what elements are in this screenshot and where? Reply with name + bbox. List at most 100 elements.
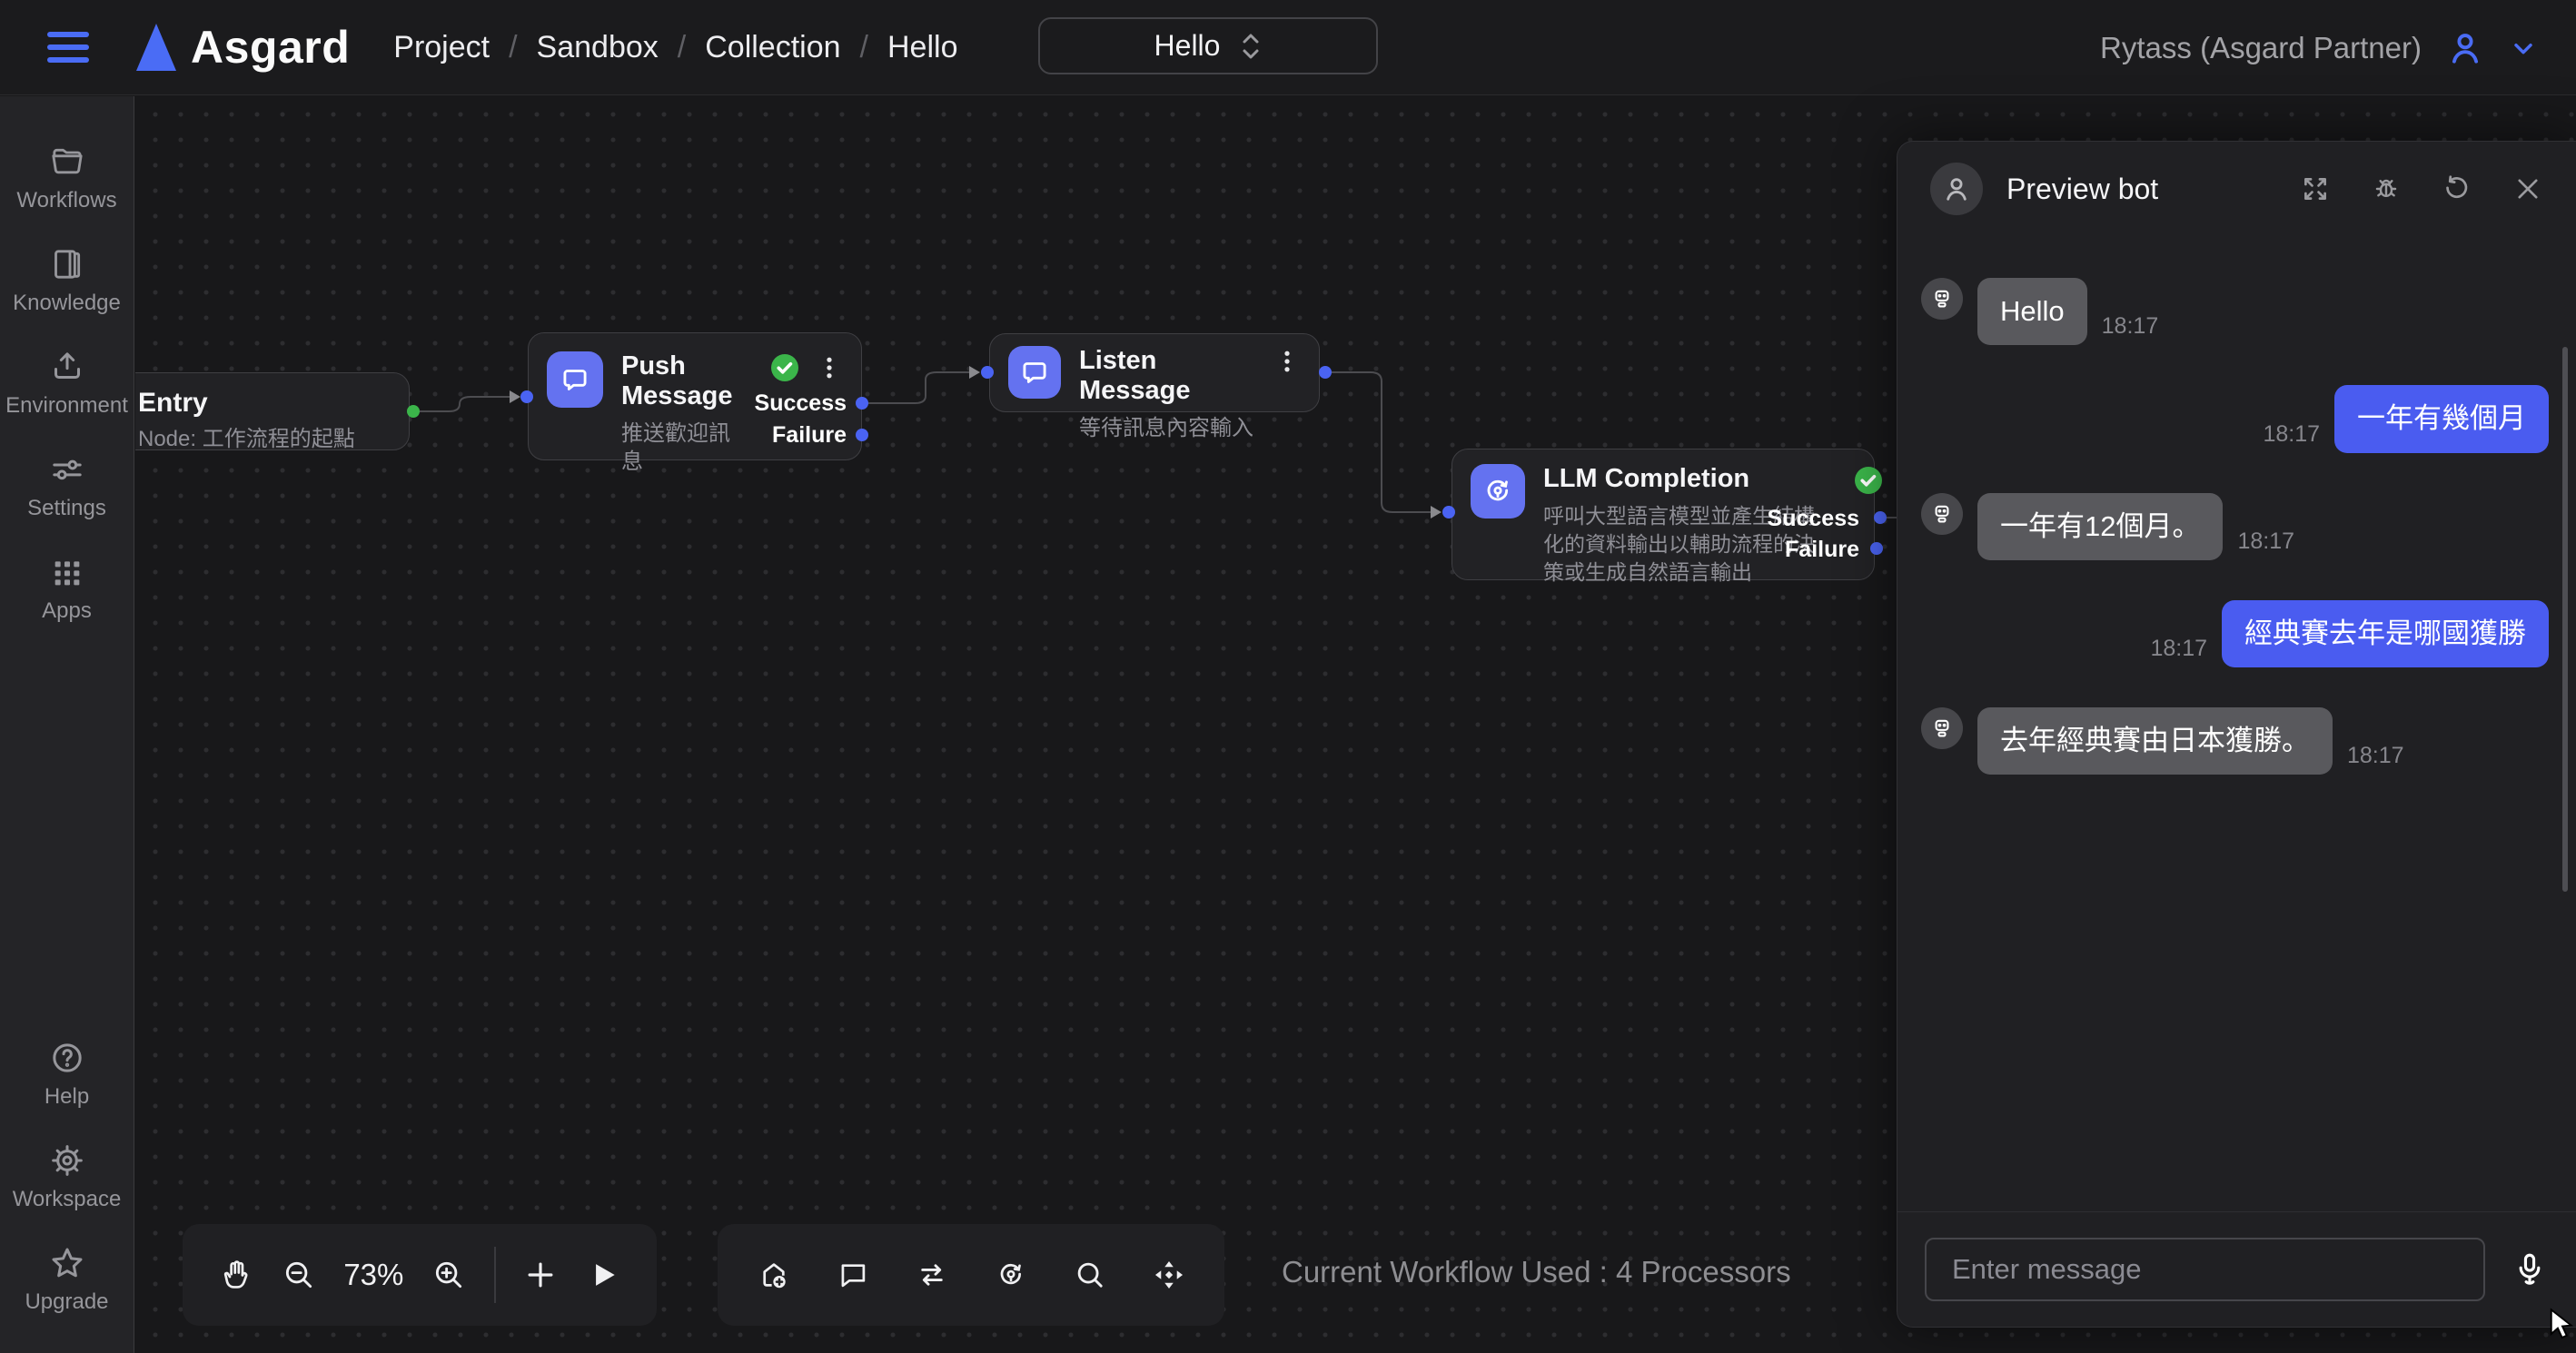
microphone-icon[interactable] [2511,1250,2549,1289]
workflow-select-dropdown[interactable]: Hello [1038,17,1378,74]
preview-bot-panel: Preview bot Hello 18:17 18:17 一年有幾個月 [1897,141,2576,1328]
success-check-icon [1852,464,1885,497]
run-workflow-button[interactable] [586,1258,620,1292]
chat-message: 一年有12個月。 18:17 [1921,493,2549,560]
breadcrumb-separator: / [509,30,517,65]
output-label-success: Success [755,390,847,417]
sidebar-label: Workspace [13,1187,122,1212]
zoom-level-label: 73% [343,1258,403,1292]
breadcrumb-item-project[interactable]: Project [393,30,490,65]
triangle-logo-icon [136,24,176,71]
message-timestamp: 18:17 [2150,636,2207,662]
add-node-button[interactable] [523,1258,558,1292]
sidebar-label: Settings [27,496,106,521]
bot-avatar [1930,163,1983,215]
chevron-down-icon[interactable] [2509,34,2538,63]
node-title: Listen Message [1079,346,1255,406]
sidebar-label: Upgrade [25,1289,108,1315]
user-icon[interactable] [2445,28,2485,68]
node-subtitle: Node: 工作流程的起點 [138,425,391,453]
debug-bug-icon[interactable] [2371,173,2402,204]
search-icon[interactable] [1073,1258,1107,1292]
bot-message-bubble: 去年經典賽由日本獲勝。 [1977,707,2333,775]
zoom-in-icon[interactable] [431,1258,466,1292]
bot-message-bubble: 一年有12個月。 [1977,493,2223,560]
chat-bubble-icon [1008,346,1061,399]
chat-scrollbar[interactable] [2562,347,2568,892]
zoom-out-icon[interactable] [282,1258,316,1292]
apps-grid-icon [49,554,85,590]
output-label-failure: Failure [772,422,847,449]
gear-icon [49,1142,85,1179]
add-message-node-icon[interactable] [836,1258,870,1292]
left-sidebar: Workflows Knowledge Environment Settings… [0,96,134,1353]
sidebar-label: Workflows [16,188,116,213]
swap-arrows-icon[interactable] [915,1258,949,1292]
close-icon[interactable] [2512,173,2543,204]
preview-panel-title: Preview bot [2006,173,2158,206]
hamburger-menu-icon[interactable] [47,32,89,63]
breadcrumb: Project / Sandbox / Collection / Hello [393,30,957,65]
llm-node-icon[interactable] [994,1258,1028,1292]
kebab-menu-icon[interactable] [1273,346,1301,377]
breadcrumb-item-hello[interactable]: Hello [887,30,957,65]
success-check-icon [768,351,801,384]
toolbar-divider [494,1247,496,1303]
add-entry-node-icon[interactable] [757,1258,791,1292]
breadcrumb-separator: / [678,30,686,65]
chat-message: 18:17 經典賽去年是哪國獲勝 [1921,600,2549,667]
sidebar-label: Help [45,1084,89,1110]
expand-icon[interactable] [2300,173,2331,204]
chevron-up-down-icon [1240,31,1262,62]
node-entry[interactable]: Entry Node: 工作流程的起點 [135,372,410,450]
star-icon [49,1245,85,1281]
bot-message-bubble: Hello [1977,278,2087,345]
breadcrumb-separator: / [860,30,868,65]
node-listen-message[interactable]: Listen Message 等待訊息內容輸入 [989,333,1320,412]
message-timestamp: 18:17 [2102,313,2159,340]
node-title: Push Message [621,351,750,411]
message-timestamp: 18:17 [2347,743,2404,769]
llm-refresh-bulb-icon [1471,464,1525,518]
chat-input-bar [1897,1211,2576,1327]
refresh-icon[interactable] [2442,173,2472,204]
sidebar-item-upgrade[interactable]: Upgrade [0,1245,134,1315]
edge-push-to-listen [862,372,976,403]
upload-icon [49,349,85,385]
sidebar-item-settings[interactable]: Settings [0,451,134,521]
chat-message-list[interactable]: Hello 18:17 18:17 一年有幾個月 一年有12個月。 18:17 … [1897,236,2576,1211]
sliders-icon [49,451,85,488]
message-input[interactable] [1925,1238,2485,1301]
sidebar-label: Environment [5,393,128,419]
canvas-node-toolbar [718,1224,1224,1326]
node-title: LLM Completion [1543,464,1834,494]
app-logo[interactable]: Asgard [136,21,350,74]
user-message-bubble: 經典賽去年是哪國獲勝 [2222,600,2549,667]
sidebar-item-environment[interactable]: Environment [0,349,134,419]
node-llm-completion[interactable]: LLM Completion 呼叫大型語言模型並產生結構化的資料輸出以輔助流程的… [1451,449,1875,580]
pan-hand-icon[interactable] [219,1258,253,1292]
node-push-message[interactable]: Push Message 推送歡迎訊息 Success Failure [528,332,862,460]
fit-view-icon[interactable] [1152,1258,1186,1292]
breadcrumb-item-collection[interactable]: Collection [705,30,840,65]
edge-listen-to-llm [1325,372,1438,512]
sidebar-item-workspace[interactable]: Workspace [0,1142,134,1212]
chat-message: Hello 18:17 [1921,278,2549,345]
book-icon [49,246,85,282]
sidebar-item-knowledge[interactable]: Knowledge [0,246,134,316]
sidebar-item-apps[interactable]: Apps [0,554,134,624]
kebab-menu-icon[interactable] [816,352,843,383]
port-llm-success[interactable] [1874,511,1887,524]
breadcrumb-item-sandbox[interactable]: Sandbox [537,30,659,65]
sidebar-item-help[interactable]: Help [0,1040,134,1110]
top-header: Asgard Project / Sandbox / Collection / … [0,0,2576,95]
robot-avatar-icon [1921,278,1963,320]
app-window: Asgard Project / Sandbox / Collection / … [0,0,2576,1353]
node-subtitle: 等待訊息內容輸入 [1079,414,1255,442]
canvas-zoom-toolbar: 73% [183,1224,657,1326]
sidebar-item-workflows[interactable]: Workflows [0,143,134,213]
edge-entry-to-push [413,397,511,411]
help-circle-icon [49,1040,85,1076]
port-listen-output[interactable] [1319,366,1332,379]
sidebar-label: Knowledge [13,291,121,316]
